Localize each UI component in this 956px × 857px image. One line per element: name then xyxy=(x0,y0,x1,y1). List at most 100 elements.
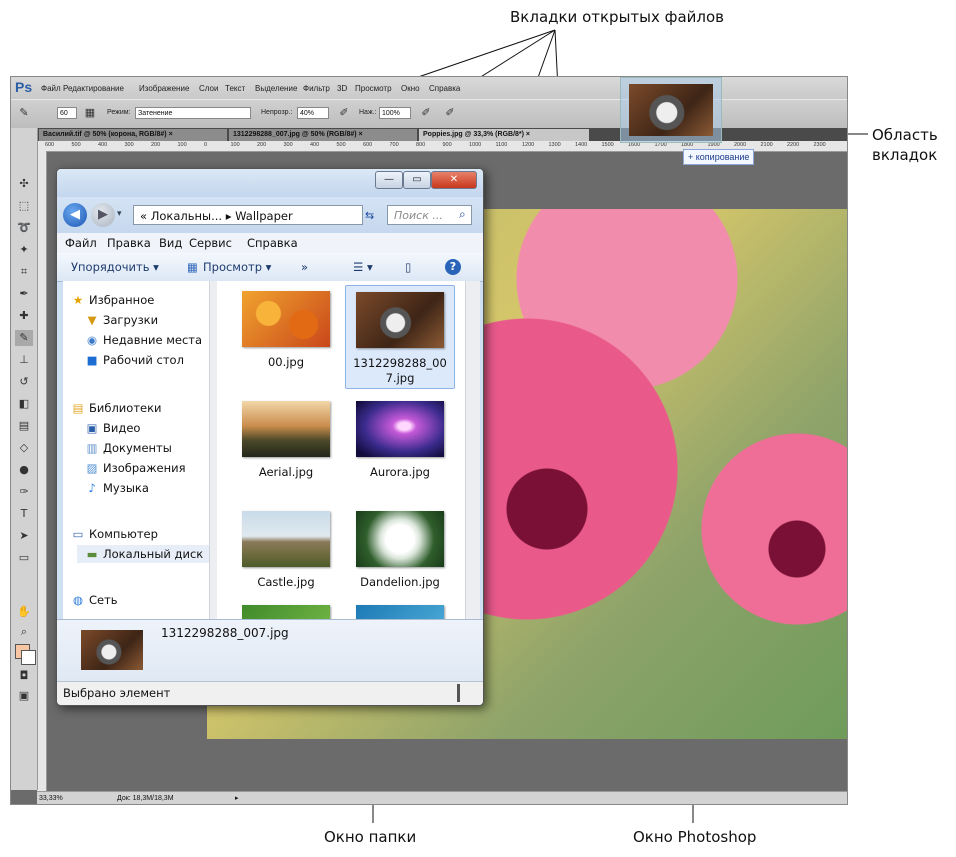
file-item[interactable]: Aerial.jpg xyxy=(231,395,341,499)
preview-pane-icon[interactable]: ▯ xyxy=(405,253,411,281)
menu-help[interactable]: Справка xyxy=(247,233,298,253)
menu-edit[interactable]: Правка xyxy=(107,233,151,253)
explorer-titlebar[interactable]: — ▭ ✕ xyxy=(57,169,483,197)
type-tool-icon[interactable]: T xyxy=(15,506,33,522)
maximize-icon[interactable]: ▭ xyxy=(403,171,431,189)
dodge-tool-icon[interactable]: ● xyxy=(15,462,33,478)
ps-menu-view[interactable]: Просмотр xyxy=(355,84,392,93)
ps-menu-filter[interactable]: Фильтр xyxy=(303,84,330,93)
file-item[interactable]: Castle.jpg xyxy=(231,505,341,609)
forward-arrow-icon[interactable]: ▶ xyxy=(91,203,115,227)
close-icon[interactable]: × xyxy=(359,131,363,138)
file-item[interactable]: Dandelion.jpg xyxy=(345,505,455,609)
shape-tool-icon[interactable]: ▭ xyxy=(15,550,33,566)
doc-tab-vasiliy[interactable]: Василий.tif @ 50% (корона, RGB/8#) × xyxy=(39,129,227,141)
file-item[interactable]: Aurora.jpg xyxy=(345,395,455,499)
path-select-tool-icon[interactable]: ➤ xyxy=(15,528,33,544)
stamp-tool-icon[interactable]: ⊥ xyxy=(15,352,33,368)
brush-panel-icon[interactable]: ▦ xyxy=(83,106,97,120)
nav-downloads[interactable]: ▼ Загрузки xyxy=(85,311,159,329)
marquee-tool-icon[interactable]: ⬚ xyxy=(15,198,33,214)
quick-mask-icon[interactable]: ◘ xyxy=(15,668,33,684)
mode-select[interactable]: Затенение xyxy=(135,107,251,119)
close-icon[interactable]: ✕ xyxy=(431,171,477,189)
menu-file[interactable]: Файл xyxy=(65,233,97,253)
resize-grip-icon[interactable] xyxy=(457,684,460,702)
documents-icon: ▥ xyxy=(86,441,98,455)
preview-button[interactable]: Просмотр ▾ xyxy=(203,253,271,281)
organize-button[interactable]: Упорядочить ▾ xyxy=(71,253,159,281)
views-icon[interactable]: ☰ ▾ xyxy=(353,253,373,281)
blur-tool-icon[interactable]: ◇ xyxy=(15,440,33,456)
nav-music[interactable]: ♪ Музыка xyxy=(85,479,149,497)
ps-menu-file[interactable]: Файл xyxy=(41,84,61,93)
opacity-input[interactable]: 40% xyxy=(297,107,329,119)
nav-recent[interactable]: ◉ Недавние места xyxy=(85,331,202,349)
refresh-icon[interactable]: ⇆ xyxy=(365,209,374,222)
quick-select-tool-icon[interactable]: ✦ xyxy=(15,242,33,258)
eyedropper-tool-icon[interactable]: ✒ xyxy=(15,286,33,302)
airbrush-icon[interactable]: ✐ xyxy=(419,106,433,120)
status-menu-arrow-icon[interactable]: ▸ xyxy=(235,792,239,804)
ps-menu-select[interactable]: Выделение xyxy=(255,84,297,93)
menu-view[interactable]: Вид xyxy=(159,233,182,253)
file-item-selected[interactable]: 1312298288_007.jpg xyxy=(345,285,455,389)
ps-menu-edit[interactable]: Редактирование xyxy=(63,84,124,93)
help-icon[interactable]: ? xyxy=(445,259,461,275)
minimize-icon[interactable]: — xyxy=(375,171,403,189)
pen-tool-icon[interactable]: ✑ xyxy=(15,484,33,500)
screen-mode-icon[interactable]: ▣ xyxy=(15,688,33,704)
nav-pictures[interactable]: ▨ Изображения xyxy=(85,459,186,477)
explorer-command-bar: Упорядочить ▾ ▦ Просмотр ▾ » ☰ ▾ ▯ ? xyxy=(57,253,483,282)
nav-local-disk[interactable]: ▬ Локальный диск xyxy=(77,545,209,563)
zoom-tool-icon[interactable]: ⌕ xyxy=(15,624,33,640)
brush-size-picker[interactable]: 60 xyxy=(57,107,77,119)
status-text: Выбрано элемент xyxy=(63,686,171,700)
ps-menu-type[interactable]: Текст xyxy=(225,84,245,93)
nav-video[interactable]: ▣ Видео xyxy=(85,419,141,437)
nav-favorites[interactable]: ★ Избранное xyxy=(71,291,154,309)
doc-size: Док: 18,3M/18,3M xyxy=(117,795,174,802)
doc-tab-1312298288[interactable]: 1312298288_007.jpg @ 50% (RGB/8#) × xyxy=(229,129,417,141)
zoom-level[interactable]: 33,33% xyxy=(39,792,63,804)
ps-menu-3d[interactable]: 3D xyxy=(337,84,347,93)
close-icon[interactable]: × xyxy=(526,131,530,138)
move-tool-icon[interactable]: ✣ xyxy=(15,176,33,192)
chevron-down-icon[interactable]: ▾ xyxy=(117,209,122,219)
brush-tool-icon[interactable]: ✎ xyxy=(15,330,33,346)
hand-tool-icon[interactable]: ✋ xyxy=(15,604,33,620)
lasso-tool-icon[interactable]: ➰ xyxy=(15,220,33,236)
nav-libraries[interactable]: ▤ Библиотеки xyxy=(71,399,162,417)
ps-menu-image[interactable]: Изображение xyxy=(139,84,189,93)
nav-computer[interactable]: ▭ Компьютер xyxy=(71,525,158,543)
pressure-opacity-icon[interactable]: ✐ xyxy=(337,106,351,120)
more-button[interactable]: » xyxy=(301,253,308,281)
back-arrow-icon[interactable]: ◀ xyxy=(63,203,87,227)
file-item[interactable]: 00.jpg xyxy=(231,285,341,389)
close-icon[interactable]: × xyxy=(169,131,173,138)
ps-menu-window[interactable]: Окно xyxy=(401,84,420,93)
doc-tab-poppies[interactable]: Poppies.jpg @ 33,3% (RGB/8*) × xyxy=(419,129,589,141)
nav-desktop[interactable]: ■ Рабочий стол xyxy=(85,351,184,369)
healing-tool-icon[interactable]: ✚ xyxy=(15,308,33,324)
file-list: 00.jpg 1312298288_007.jpg Aerial.jpg Aur… xyxy=(217,281,465,619)
search-icon[interactable]: ⌕ xyxy=(459,207,466,222)
ps-status-bar: 33,33% Док: 18,3M/18,3M ▸ xyxy=(37,791,847,804)
pressure-input[interactable]: 100% xyxy=(379,107,411,119)
menu-tools[interactable]: Сервис xyxy=(189,233,232,253)
file-item[interactable] xyxy=(345,599,455,619)
nav-network[interactable]: ◍ Сеть xyxy=(71,591,118,609)
tablet-pressure-icon[interactable]: ✐ xyxy=(443,106,457,120)
gradient-tool-icon[interactable]: ▤ xyxy=(15,418,33,434)
file-item[interactable] xyxy=(231,599,341,619)
brush-tool-icon[interactable]: ✎ xyxy=(17,106,31,120)
file-list-scrollbar[interactable] xyxy=(465,281,480,619)
eraser-tool-icon[interactable]: ◧ xyxy=(15,396,33,412)
nav-documents[interactable]: ▥ Документы xyxy=(85,439,172,457)
ps-menu-layers[interactable]: Слои xyxy=(199,84,218,93)
history-brush-tool-icon[interactable]: ↺ xyxy=(15,374,33,390)
address-bar[interactable]: « Локальны... ▸ Wallpaper xyxy=(133,205,363,225)
background-color-swatch[interactable] xyxy=(21,650,36,665)
crop-tool-icon[interactable]: ⌗ xyxy=(15,264,33,280)
ps-menu-help[interactable]: Справка xyxy=(429,84,460,93)
